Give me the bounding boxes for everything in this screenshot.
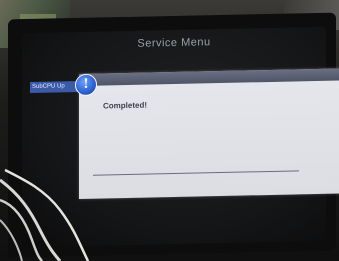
dialog-message: Completed! [103, 100, 147, 111]
completion-dialog: ! Completed! [75, 68, 339, 199]
service-menu-title: Service Menu [137, 36, 211, 50]
dialog-titlebar [79, 68, 339, 86]
info-icon: ! [75, 73, 97, 97]
progress-track [93, 170, 299, 176]
foreground-cables [0, 168, 90, 261]
photo-background: Service Menu SubCPU Up ! Completed! [0, 0, 339, 261]
